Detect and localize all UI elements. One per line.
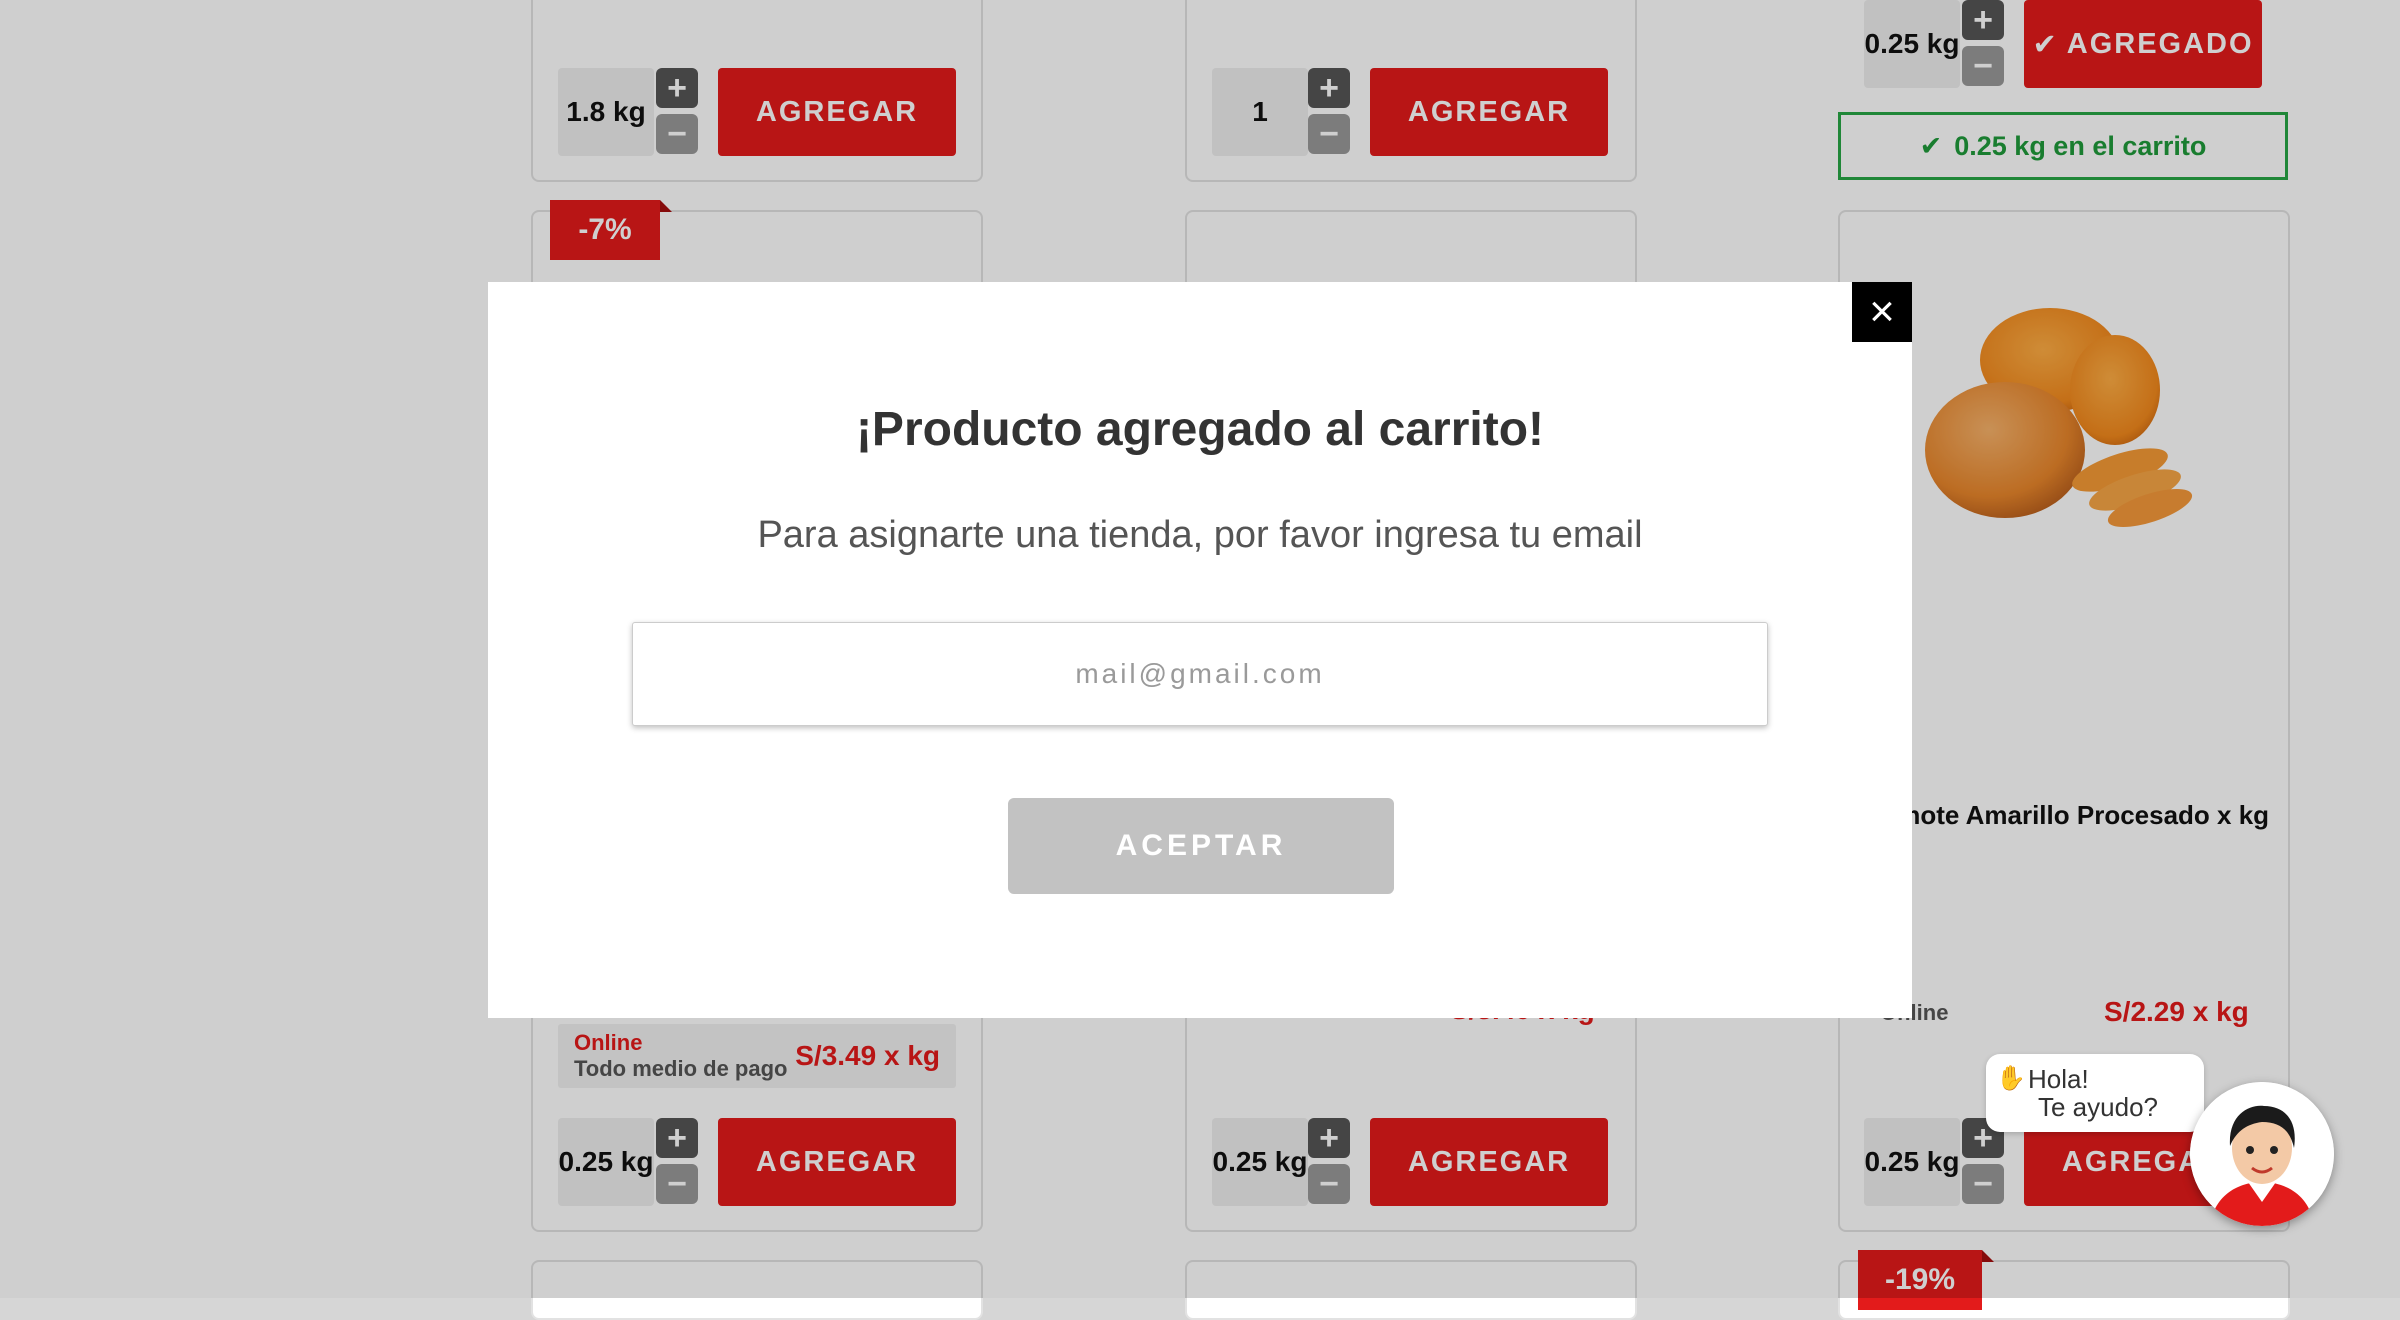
modal-title: ¡Producto agregado al carrito! — [855, 403, 1545, 456]
assistant-avatar-icon — [2190, 1082, 2334, 1226]
close-icon[interactable]: × — [1852, 282, 1912, 342]
modal-subtitle: Para asignarte una tienda, por favor ing… — [757, 514, 1643, 556]
email-input[interactable] — [632, 622, 1768, 726]
email-modal: ¡Producto agregado al carrito! Para asig… — [488, 282, 1912, 1018]
chat-greeting: Hola! — [2028, 1064, 2089, 1094]
waving-hand-icon: ✋ — [1996, 1065, 2026, 1092]
chat-message: Te ayudo? — [2038, 1092, 2158, 1122]
accept-button[interactable]: ACEPTAR — [1008, 798, 1394, 894]
chat-bubble[interactable]: ✋ Hola! Te ayudo? — [1986, 1054, 2204, 1132]
chat-avatar[interactable] — [2190, 1082, 2334, 1226]
